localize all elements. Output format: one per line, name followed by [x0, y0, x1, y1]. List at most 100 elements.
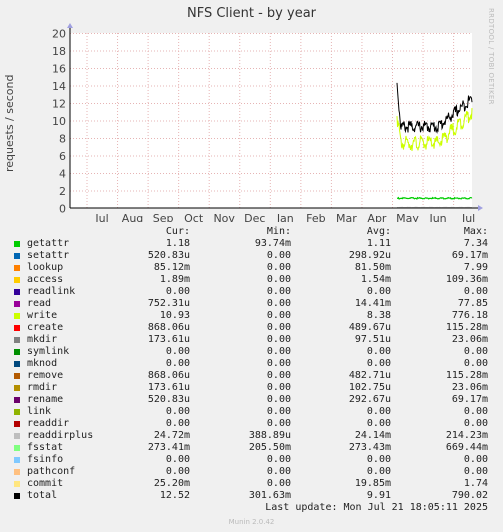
legend-row-readlink: readlink 0.00 0.00 0.00 0.00 [0, 286, 503, 298]
legend-min: 205.50m [248, 442, 291, 453]
legend-row-mkdir: mkdir 173.61u 0.00 97.51u 23.06m [0, 334, 503, 346]
x-tick-label: Jan [276, 212, 294, 222]
legend-swatch [14, 445, 20, 451]
legend-max: 77.85 [457, 298, 488, 309]
legend-row-rmdir: rmdir 173.61u 0.00 102.75u 23.06m [0, 382, 503, 394]
legend-swatch [14, 373, 20, 379]
x-tick-label: Nov [213, 212, 235, 222]
legend-row-total: total 12.52 301.63m 9.91 790.02 [0, 490, 503, 502]
legend-swatch [14, 253, 20, 259]
legend-avg: 24.14m [354, 430, 391, 441]
legend-max: 115.28m [445, 370, 488, 381]
legend-avg: 0.00 [366, 346, 391, 357]
legend-min: 0.00 [266, 346, 291, 357]
legend-avg: 0.00 [366, 466, 391, 477]
x-tick-label: Feb [306, 212, 325, 222]
legend-max: 115.28m [445, 322, 488, 333]
legend-cur: 868.06u [147, 322, 190, 333]
legend-row-rename: rename 520.83u 0.00 292.67u 69.17m [0, 394, 503, 406]
legend-cur: 25.20m [153, 478, 190, 489]
y-tick-label: 2 [59, 185, 66, 198]
legend-min: 0.00 [266, 262, 291, 273]
legend-cur: 520.83u [147, 394, 190, 405]
legend-swatch [14, 397, 20, 403]
legend-name: remove [27, 370, 64, 381]
legend-name: write [27, 310, 58, 321]
x-tick-label: Jun [428, 212, 446, 222]
legend-cur: 0.00 [165, 358, 190, 369]
legend-max: 0.00 [463, 346, 488, 357]
y-tick-label: 16 [52, 63, 66, 76]
legend-avg: 8.38 [366, 310, 391, 321]
legend-name: readlink [27, 286, 76, 297]
legend-min: 301.63m [248, 490, 291, 501]
legend-cur: 0.00 [165, 286, 190, 297]
legend-cur: 0.00 [165, 346, 190, 357]
col-cur: Cur: [165, 226, 190, 237]
legend-cur: 0.00 [165, 454, 190, 465]
legend-min: 0.00 [266, 454, 291, 465]
legend-min: 0.00 [266, 274, 291, 285]
col-min: Min: [266, 226, 291, 237]
legend-max: 0.00 [463, 358, 488, 369]
legend-name: read [27, 298, 52, 309]
y-tick-label: 4 [59, 168, 66, 181]
y-tick-label: 10 [52, 115, 66, 128]
legend-swatch [14, 469, 20, 475]
legend-name: link [27, 406, 52, 417]
y-tick-label: 0 [59, 203, 66, 216]
legend-swatch [14, 493, 20, 499]
legend-name: readdirplus [27, 430, 94, 441]
legend-name: pathconf [27, 466, 76, 477]
legend-cur: 24.72m [153, 430, 190, 441]
legend-name: rmdir [27, 382, 58, 393]
legend-avg: 1.54m [360, 274, 391, 285]
legend-row-readdir: readdir 0.00 0.00 0.00 0.00 [0, 418, 503, 430]
legend-swatch [14, 361, 20, 367]
legend-row-create: create 868.06u 0.00 489.67u 115.28m [0, 322, 503, 334]
legend-avg: 292.67u [348, 394, 391, 405]
col-max: Max: [463, 226, 488, 237]
legend-max: 0.00 [463, 418, 488, 429]
y-axis-arrow [67, 23, 73, 28]
legend-swatch [14, 349, 20, 355]
legend-row-setattr: setattr 520.83u 0.00 298.92u 69.17m [0, 250, 503, 262]
legend-avg: 0.00 [366, 406, 391, 417]
legend-swatch [14, 457, 20, 463]
legend-avg: 1.11 [366, 238, 391, 249]
legend-row-link: link 0.00 0.00 0.00 0.00 [0, 406, 503, 418]
legend-max: 776.18 [451, 310, 488, 321]
legend-row-access: access 1.89m 0.00 1.54m 109.36m [0, 274, 503, 286]
legend-name: create [27, 322, 64, 333]
legend-avg: 0.00 [366, 454, 391, 465]
legend-swatch [14, 241, 20, 247]
legend-cur: 12.52 [159, 490, 190, 501]
legend-cur: 0.00 [165, 418, 190, 429]
legend-name: setattr [27, 250, 70, 261]
legend-max: 0.00 [463, 406, 488, 417]
col-avg: Avg: [366, 226, 391, 237]
legend-swatch [14, 277, 20, 283]
legend-avg: 298.92u [348, 250, 391, 261]
legend-avg: 19.85m [354, 478, 391, 489]
x-tick-labels: Jul Aug Sep Oct Nov Dec Jan Feb Mar Apr May Jun Jul [94, 212, 475, 222]
legend-avg: 0.00 [366, 418, 391, 429]
legend-name: lookup [27, 262, 64, 273]
legend-min: 0.00 [266, 478, 291, 489]
last-update: Last update: Mon Jul 21 18:05:11 2025 [265, 502, 488, 513]
legend-min: 0.00 [266, 322, 291, 333]
legend-cur: 1.89m [159, 274, 190, 285]
legend-min: 0.00 [266, 250, 291, 261]
legend-min: 388.89u [248, 430, 291, 441]
legend-row-fsinfo: fsinfo 0.00 0.00 0.00 0.00 [0, 454, 503, 466]
x-tick-label: Aug [122, 212, 143, 222]
x-tick-label: Mar [336, 212, 357, 222]
legend-cur: 520.83u [147, 250, 190, 261]
munin-version: Munin 2.0.42 [228, 518, 275, 526]
legend-max: 7.99 [463, 262, 488, 273]
legend-avg: 273.43m [348, 442, 391, 453]
legend-name: mknod [27, 358, 58, 369]
x-tick-label: Jul [94, 212, 108, 222]
legend-max: 7.34 [463, 238, 488, 249]
legend-row-read: read 752.31u 0.00 14.41m 77.85 [0, 298, 503, 310]
